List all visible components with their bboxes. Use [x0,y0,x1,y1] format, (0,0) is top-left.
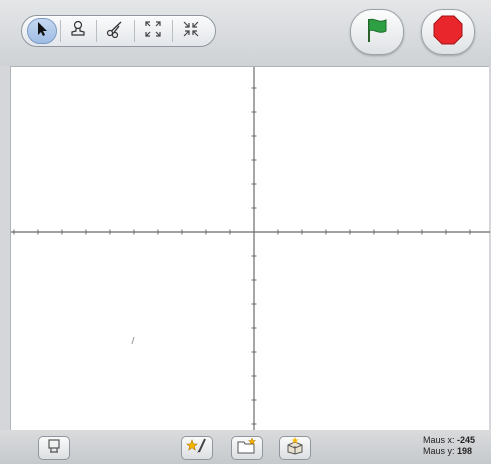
scissors-tool-button[interactable] [100,18,130,44]
surprise-box-icon [284,436,306,460]
mouse-y-value: 198 [456,446,473,456]
folder-star-icon [236,436,258,460]
stamp-tool-button[interactable] [63,18,93,44]
shrink-tool-button[interactable] [176,18,206,44]
mouse-coordinates: Maus x: -245 Maus y: 198 [423,435,475,457]
grow-icon [144,20,162,43]
arrow-tool-button[interactable] [27,18,57,44]
scissors-icon [106,20,124,43]
presentation-icon [46,438,62,459]
surprise-sprite-button[interactable] [279,436,311,460]
sprite-mark [131,336,135,345]
sprite-tools-group [21,15,216,47]
green-flag-icon [364,16,390,49]
arrow-icon [35,21,49,42]
mouse-x-label: Maus x: [422,435,455,445]
green-flag-button[interactable] [350,9,404,55]
bottom-bar: Maus x: -245 Maus y: 198 [0,430,491,464]
paint-brush-star-icon [186,437,208,460]
top-toolbar [0,0,491,66]
stop-icon [432,14,464,51]
presentation-mode-button[interactable] [38,436,70,460]
shrink-icon [182,20,200,43]
stop-button[interactable] [421,9,475,55]
stamp-icon [70,20,86,43]
choose-sprite-from-file-button[interactable] [231,436,263,460]
stage-canvas[interactable] [10,66,490,431]
paint-new-sprite-button[interactable] [181,436,213,460]
mouse-y-label: Maus y: [422,446,455,456]
grow-tool-button[interactable] [138,18,168,44]
mouse-x-value: -245 [456,435,475,445]
